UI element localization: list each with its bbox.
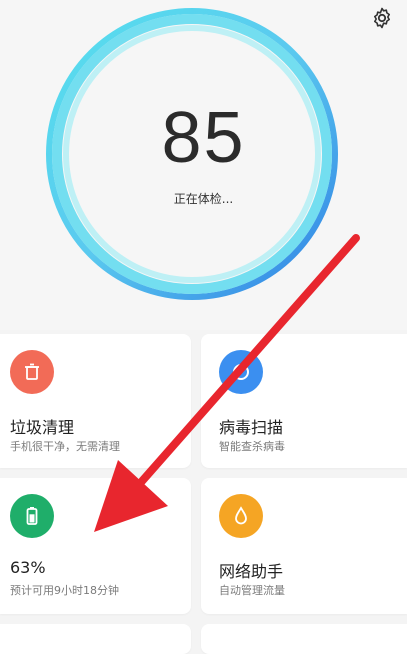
card-partial-left[interactable] [0, 624, 191, 654]
card-subtitle: 自动管理流量 [219, 584, 285, 597]
card-subtitle: 手机很干净，无需清理 [10, 440, 120, 453]
card-subtitle: 智能查杀病毒 [219, 440, 285, 453]
checkup-status: 正在体检... [173, 192, 234, 206]
gear-icon[interactable] [370, 6, 394, 30]
card-title: 病毒扫描 [219, 418, 284, 437]
battery-icon [10, 494, 54, 538]
trash-icon [10, 350, 54, 394]
card-network-assistant[interactable]: 网络助手 自动管理流量 [201, 478, 407, 614]
droplet-icon [219, 494, 263, 538]
scan-icon [219, 350, 263, 394]
card-partial-right[interactable] [201, 624, 407, 654]
card-subtitle: 预计可用9小时18分钟 [10, 584, 119, 597]
card-virus-scan[interactable]: 病毒扫描 智能查杀病毒 [201, 334, 407, 468]
card-junk-clean[interactable]: 垃圾清理 手机很干净，无需清理 [0, 334, 191, 468]
card-battery[interactable]: 63% 预计可用9小时18分钟 [0, 478, 191, 614]
card-title: 网络助手 [219, 562, 284, 581]
health-score: 85 [161, 98, 246, 178]
battery-percent: 63% [10, 558, 46, 577]
card-title: 垃圾清理 [10, 418, 75, 437]
